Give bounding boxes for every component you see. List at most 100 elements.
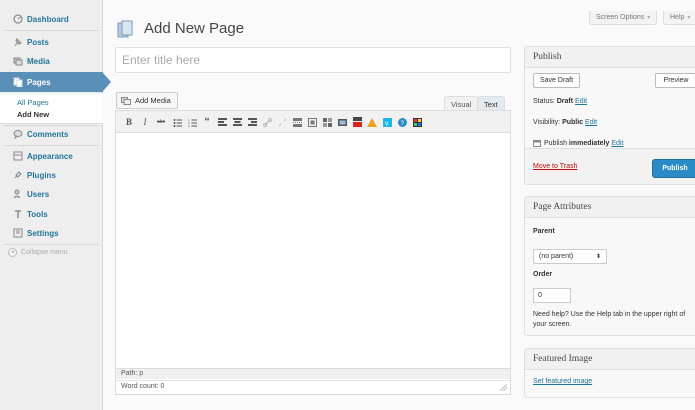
word-count: Word count: 0 [116, 380, 510, 394]
divider [4, 145, 99, 146]
sidebar-item-label: Media [27, 56, 50, 66]
sidebar-item-settings[interactable]: Settings [0, 224, 103, 242]
insert-link-icon[interactable] [262, 117, 272, 127]
toolbar-toggle-icon[interactable] [322, 117, 332, 127]
media-embed-icon[interactable] [337, 117, 347, 127]
pages-icon [117, 20, 133, 38]
sidebar-item-label: Pages [27, 77, 51, 87]
sidebar-item-label: Posts [27, 37, 49, 47]
blockquote-button[interactable]: “ [202, 116, 212, 128]
warning-icon[interactable] [367, 117, 377, 127]
numbered-list-icon[interactable]: 123 [187, 117, 197, 127]
submenu-all-pages[interactable]: All Pages [17, 98, 49, 107]
comment-icon [12, 129, 23, 140]
sidebar-item-media[interactable]: Media [0, 52, 103, 70]
sidebar-item-label: Users [27, 189, 50, 199]
parent-select[interactable]: (no parent) ⬍ [533, 249, 607, 264]
tools-icon [12, 209, 23, 220]
page-attributes-title: Page Attributes [525, 197, 695, 218]
order-input[interactable] [533, 288, 571, 303]
parent-label: Parent [533, 228, 555, 235]
set-featured-image-link[interactable]: Set featured image [533, 378, 592, 385]
dashboard-icon [12, 14, 23, 25]
media-icon [12, 56, 23, 67]
edit-status-link[interactable]: Edit [575, 98, 587, 105]
media-icon [121, 96, 131, 105]
add-media-button[interactable]: Add Media [116, 92, 178, 109]
appearance-icon [12, 151, 23, 162]
svg-text:v: v [385, 120, 389, 127]
youtube-icon[interactable] [352, 117, 362, 127]
preview-button[interactable]: Preview [655, 73, 695, 88]
status-value: Draft [556, 98, 574, 105]
fullscreen-icon[interactable] [307, 117, 317, 127]
featured-image-box: Featured Image Set featured image [524, 348, 695, 398]
help-tab[interactable]: Help ▾ [663, 11, 695, 25]
publish-time-value: immediately [568, 139, 610, 147]
sidebar-item-pages[interactable]: Pages [0, 72, 111, 92]
collapse-menu-button[interactable]: ◂ Collapse menu [8, 248, 68, 257]
sidebar-item-tools[interactable]: Tools [0, 205, 103, 223]
help-text: Need help? Use the Help tab in the upper… [533, 311, 686, 328]
status-label: Status: [533, 98, 555, 105]
insert-more-icon[interactable] [292, 117, 302, 127]
publish-label: Publish [544, 139, 567, 147]
tab-visual[interactable]: Visual [444, 96, 479, 111]
order-label: Order [533, 271, 553, 278]
strikethrough-button[interactable]: abc [156, 117, 166, 127]
edit-schedule-link[interactable]: Edit [611, 140, 623, 147]
title-input[interactable] [115, 47, 511, 73]
align-right-icon[interactable] [247, 117, 257, 127]
edit-visibility-link[interactable]: Edit [585, 119, 597, 126]
sidebar-item-appearance[interactable]: Appearance [0, 147, 103, 165]
sidebar-item-dashboard[interactable]: Dashboard [0, 10, 103, 28]
sidebar-item-posts[interactable]: Posts [0, 33, 103, 51]
pages-icon [12, 77, 23, 88]
sidebar-item-label: Settings [27, 228, 59, 238]
plugin-icon [12, 170, 23, 181]
bullet-list-icon[interactable] [172, 117, 182, 127]
move-to-trash-link[interactable]: Move to Trash [533, 163, 577, 170]
chevron-down-icon: ▾ [687, 15, 691, 21]
content-editor[interactable]: B I abc 123 “ v ? Path: p Word count: 0 [115, 110, 511, 395]
collapse-arrow-icon: ◂ [8, 248, 17, 257]
screen-options-label: Screen Options [596, 14, 645, 21]
sidebar-item-label: Tools [27, 209, 48, 219]
sidebar-item-plugins[interactable]: Plugins [0, 166, 103, 184]
sidebar-item-label: Appearance [27, 151, 73, 161]
publish-button[interactable]: Publish [652, 159, 695, 178]
save-draft-button[interactable]: Save Draft [533, 73, 581, 88]
select-arrows-icon: ⬍ [595, 254, 601, 260]
unlink-icon[interactable] [277, 117, 287, 127]
editor-path: Path: p [116, 368, 510, 379]
help-circle-icon[interactable]: ? [397, 117, 407, 127]
visibility-row: Visibility: Public Edit [533, 119, 597, 126]
sidebar-item-users[interactable]: Users [0, 185, 103, 203]
resize-handle-icon[interactable] [500, 384, 507, 391]
chevron-down-icon: ▾ [647, 15, 651, 21]
featured-image-title: Featured Image [525, 349, 695, 370]
submenu-add-new[interactable]: Add New [17, 110, 49, 119]
visibility-value: Public [562, 119, 584, 126]
bold-button[interactable]: B [124, 117, 134, 127]
tab-text[interactable]: Text [477, 96, 505, 111]
pages-submenu: All Pages Add New [0, 94, 103, 124]
sidebar-item-comments[interactable]: Comments [0, 125, 103, 143]
schedule-row: Publish immediately Edit [533, 139, 623, 147]
palette-icon[interactable] [412, 117, 422, 127]
italic-button[interactable]: I [140, 117, 150, 127]
screen-options-tab[interactable]: Screen Options ▾ [589, 11, 658, 25]
divider [4, 244, 99, 245]
page-title: Add New Page [144, 20, 245, 37]
svg-text:3: 3 [188, 124, 190, 127]
publish-actions: Move to Trash Publish [525, 148, 695, 184]
vimeo-icon[interactable]: v [382, 117, 392, 127]
align-center-icon[interactable] [232, 117, 242, 127]
publish-box-title: Publish [525, 47, 695, 68]
publish-box: Publish Save Draft Preview Status: Draft… [524, 46, 695, 185]
settings-icon [12, 228, 23, 239]
sidebar-item-label: Plugins [27, 170, 56, 180]
align-left-icon[interactable] [217, 117, 227, 127]
add-media-label: Add Media [135, 96, 171, 105]
editor-toolbar: B I abc 123 “ v ? [116, 111, 510, 133]
